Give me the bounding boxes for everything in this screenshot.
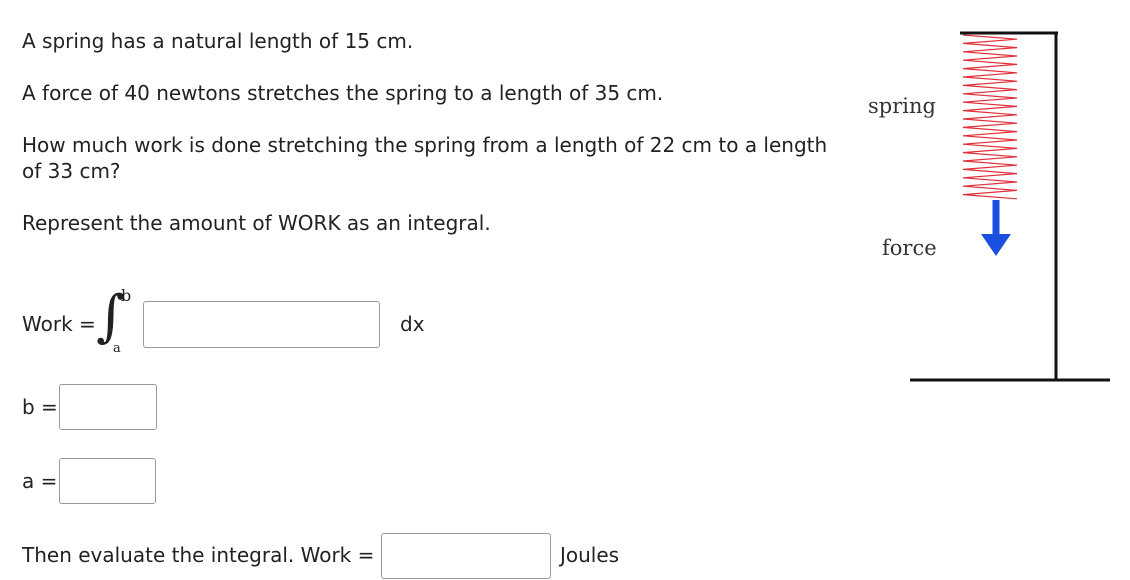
work-label: Work = (22, 312, 96, 336)
problem-line-force: A force of 40 newtons stretches the spri… (22, 81, 664, 105)
upper-limit-label: b = (22, 395, 58, 419)
lower-limit-input[interactable] (59, 458, 156, 504)
spring-coil-icon (962, 34, 1018, 200)
spring-diagram (910, 31, 1110, 382)
integral-upper-limit: b (121, 286, 132, 305)
joules-unit-label: Joules (560, 543, 620, 567)
down-arrow-icon (981, 234, 1011, 256)
problem-line-question: How much work is done stretching the spr… (22, 133, 828, 157)
evaluate-label: Then evaluate the integral. Work = (22, 543, 375, 567)
work-answer-input[interactable] (381, 533, 551, 579)
lower-limit-label: a = (22, 469, 58, 493)
upper-limit-input[interactable] (59, 384, 157, 430)
integrand-input[interactable] (143, 301, 380, 348)
differential-label: dx (400, 312, 425, 336)
integral-lower-limit: a (113, 341, 121, 356)
problem-line-question-cont: of 33 cm? (22, 159, 121, 183)
problem-line-natural-length: A spring has a natural length of 15 cm. (22, 29, 414, 53)
spring-figure: spring force (850, 20, 1120, 390)
problem-line-instruction: Represent the amount of WORK as an integ… (22, 211, 491, 235)
